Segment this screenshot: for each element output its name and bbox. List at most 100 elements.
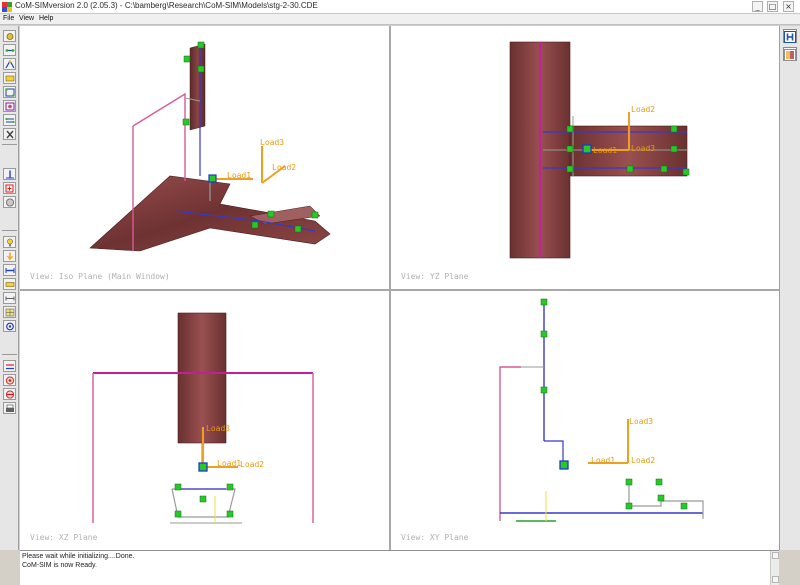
sphere-button[interactable] xyxy=(3,196,16,208)
maximize-button[interactable]: □ xyxy=(767,1,778,12)
sphere-icon xyxy=(6,198,14,207)
status-line: Please wait while initializing....Done. xyxy=(22,553,135,560)
load1-label: Load1 xyxy=(591,456,615,465)
viewport-xz[interactable]: Load1 Load2 Load3 View: XZ Plane xyxy=(20,291,389,550)
menu-file[interactable]: File xyxy=(3,15,14,22)
node[interactable] xyxy=(566,125,574,133)
h-view-button[interactable] xyxy=(783,29,797,43)
panel-toggle-icon xyxy=(784,49,796,61)
node[interactable] xyxy=(197,41,205,49)
node[interactable] xyxy=(182,118,190,126)
disable-icon xyxy=(5,390,15,399)
light-icon xyxy=(7,238,13,247)
left-toolbar xyxy=(0,26,19,550)
scroll-down-icon[interactable] xyxy=(772,576,779,583)
support-button[interactable] xyxy=(3,72,16,84)
close-button[interactable]: × xyxy=(783,1,794,12)
frame-beam xyxy=(544,440,564,461)
joint-button[interactable] xyxy=(3,44,16,56)
viewport-splitter-vertical[interactable] xyxy=(389,26,391,550)
print-button[interactable] xyxy=(3,402,16,414)
menu-help[interactable]: Help xyxy=(39,15,53,22)
node-button[interactable] xyxy=(3,86,16,98)
column-panel xyxy=(189,43,206,131)
node[interactable] xyxy=(251,221,259,229)
node[interactable] xyxy=(174,510,182,518)
node[interactable] xyxy=(311,211,319,219)
node[interactable] xyxy=(183,55,191,63)
node[interactable] xyxy=(566,145,574,153)
toolbar-separator xyxy=(2,230,17,231)
xy-scene: Load1 Load2 Load3 xyxy=(499,298,704,522)
node[interactable] xyxy=(682,168,690,176)
node[interactable] xyxy=(625,502,633,510)
load1-label: Load1 xyxy=(593,146,617,155)
grid-button[interactable] xyxy=(3,306,16,318)
target-button[interactable] xyxy=(3,374,16,386)
minimize-button[interactable]: _ xyxy=(752,1,763,12)
frame-beam xyxy=(171,488,236,518)
select-button[interactable] xyxy=(3,30,16,42)
measure-icon xyxy=(5,268,15,273)
tools-button[interactable] xyxy=(3,128,16,140)
application-window: CoM-SIMversion 2.0 (2.05.3) - C:\bamberg… xyxy=(0,0,800,585)
link-button[interactable] xyxy=(3,114,16,126)
selection-cursor[interactable] xyxy=(582,144,592,154)
load2-label: Load2 xyxy=(272,163,296,172)
connect-button[interactable] xyxy=(3,100,16,112)
node[interactable] xyxy=(540,330,548,338)
xz-scene: Load1 Load2 Load3 xyxy=(92,312,314,524)
selection-cursor[interactable] xyxy=(208,174,217,183)
node[interactable] xyxy=(540,298,548,306)
toolbar-separator xyxy=(2,144,17,145)
load3-label: Load3 xyxy=(631,144,655,153)
iso-scene: Load1 Load2 Load3 xyxy=(89,41,331,252)
selection-cursor[interactable] xyxy=(559,460,569,470)
node[interactable] xyxy=(199,495,207,503)
viewport-iso[interactable]: Load1 Load2 Load3 View: Iso Plane (Main … xyxy=(20,26,389,289)
node[interactable] xyxy=(226,510,234,518)
node[interactable] xyxy=(657,494,665,502)
node[interactable] xyxy=(197,65,205,73)
selection-cursor[interactable] xyxy=(198,462,208,472)
load1-label: Load1 xyxy=(227,171,251,180)
yz-scene: Load1 Load2 Load3 xyxy=(509,41,690,259)
rotate-button[interactable] xyxy=(3,320,16,332)
node[interactable] xyxy=(626,165,634,173)
status-scrollbar[interactable] xyxy=(770,551,779,585)
menu-view[interactable]: View xyxy=(19,15,34,22)
node[interactable] xyxy=(625,478,633,486)
light-button[interactable] xyxy=(3,236,16,248)
add-node-icon xyxy=(5,184,14,193)
status-output-panel: Please wait while initializing....Done. … xyxy=(20,550,779,585)
node[interactable] xyxy=(655,478,663,486)
measure-button[interactable] xyxy=(3,264,16,276)
add-node-button[interactable] xyxy=(3,182,16,194)
vertical-member-button[interactable] xyxy=(3,168,16,180)
maximize-icon: □ xyxy=(768,2,777,11)
viewport-yz[interactable]: Load1 Load2 Load3 View: YZ Plane xyxy=(391,26,779,289)
node-icon xyxy=(5,88,15,97)
viewport-splitter-horizontal[interactable] xyxy=(20,289,779,291)
node[interactable] xyxy=(226,483,234,491)
member-button[interactable] xyxy=(3,58,16,70)
panel-toggle-button[interactable] xyxy=(783,47,797,61)
disable-button[interactable] xyxy=(3,388,16,400)
load1-label: Load1 xyxy=(217,459,241,468)
node[interactable] xyxy=(670,145,678,153)
align-button[interactable] xyxy=(3,360,16,372)
dimension-button[interactable] xyxy=(3,292,16,304)
node[interactable] xyxy=(566,165,574,173)
scroll-up-icon[interactable] xyxy=(772,552,779,559)
window-title: CoM-SIMversion 2.0 (2.05.3) - C:\bamberg… xyxy=(15,1,318,10)
node[interactable] xyxy=(267,210,275,218)
node[interactable] xyxy=(670,125,678,133)
viewport-xy[interactable]: Load1 Load2 Load3 View: XY Plane xyxy=(391,291,779,550)
node[interactable] xyxy=(680,502,688,510)
node[interactable] xyxy=(294,225,302,233)
node[interactable] xyxy=(174,483,182,491)
node[interactable] xyxy=(540,386,548,394)
load-button[interactable] xyxy=(3,250,16,262)
node[interactable] xyxy=(660,165,668,173)
beam-button[interactable] xyxy=(3,278,16,290)
